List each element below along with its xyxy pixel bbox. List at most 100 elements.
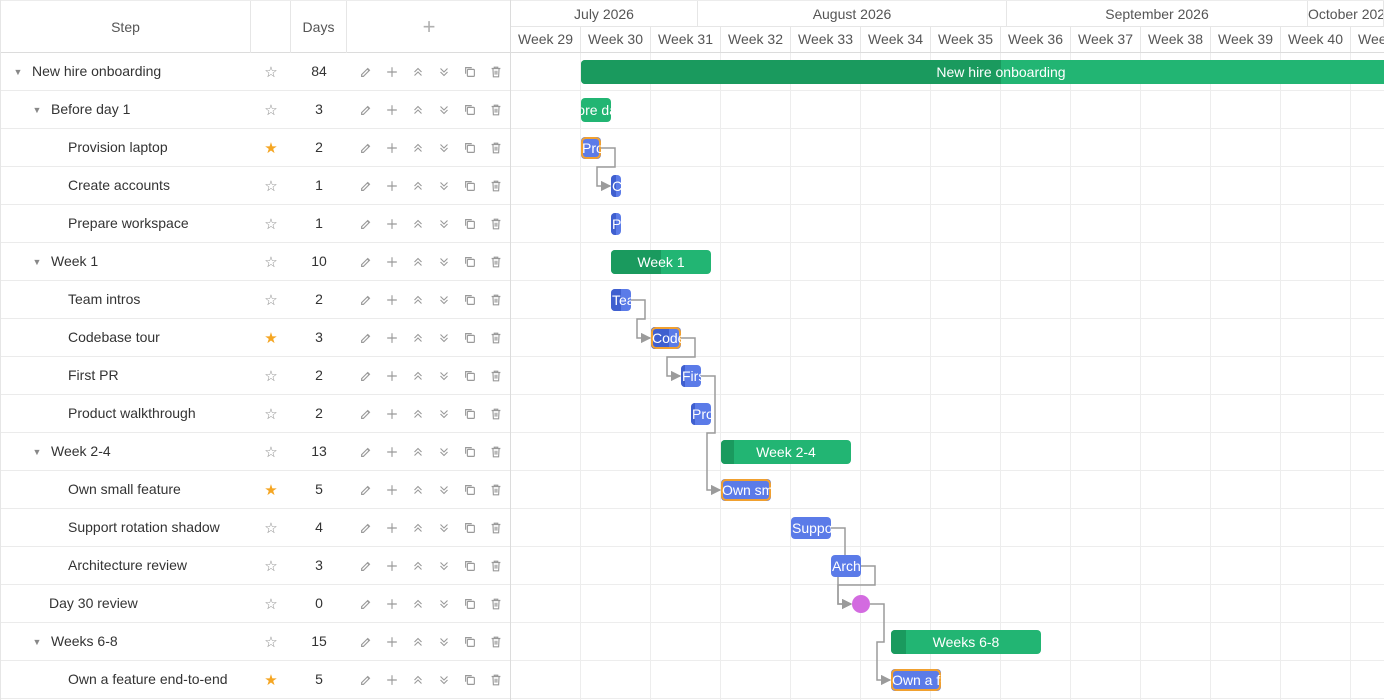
delete-button[interactable] bbox=[483, 53, 509, 90]
dependency-link[interactable] bbox=[870, 603, 892, 686]
collapse-toggle-icon[interactable]: ▼ bbox=[30, 243, 44, 280]
task-row[interactable]: Create accounts ☆ 1 bbox=[1, 167, 510, 205]
edit-button[interactable] bbox=[353, 433, 379, 470]
duplicate-button[interactable] bbox=[457, 547, 483, 584]
task-row[interactable]: Prepare workspace ☆ 1 bbox=[1, 205, 510, 243]
move-up-button[interactable] bbox=[405, 53, 431, 90]
move-up-button[interactable] bbox=[405, 129, 431, 166]
move-up-button[interactable] bbox=[405, 585, 431, 622]
add-child-button[interactable] bbox=[379, 91, 405, 128]
add-task-button[interactable]: + bbox=[347, 1, 510, 53]
add-child-button[interactable] bbox=[379, 243, 405, 280]
move-up-button[interactable] bbox=[405, 319, 431, 356]
task-bar[interactable]: Product walkthrough bbox=[691, 403, 820, 425]
move-up-button[interactable] bbox=[405, 395, 431, 432]
add-child-button[interactable] bbox=[379, 471, 405, 508]
duplicate-button[interactable] bbox=[457, 243, 483, 280]
delete-button[interactable] bbox=[483, 205, 509, 242]
summary-bar[interactable]: Week 1 bbox=[611, 250, 711, 274]
edit-button[interactable] bbox=[353, 53, 379, 90]
delete-button[interactable] bbox=[483, 319, 509, 356]
add-child-button[interactable] bbox=[379, 319, 405, 356]
delete-button[interactable] bbox=[483, 547, 509, 584]
duplicate-button[interactable] bbox=[457, 205, 483, 242]
star-outline-icon[interactable]: ☆ bbox=[251, 91, 291, 128]
delete-button[interactable] bbox=[483, 357, 509, 394]
star-filled-icon[interactable]: ★ bbox=[251, 471, 291, 508]
add-child-button[interactable] bbox=[379, 129, 405, 166]
milestone-marker[interactable] bbox=[852, 595, 870, 613]
task-row[interactable]: Own small feature ★ 5 bbox=[1, 471, 510, 509]
delete-button[interactable] bbox=[483, 585, 509, 622]
task-bar[interactable]: Create accounts bbox=[611, 175, 714, 197]
delete-button[interactable] bbox=[483, 129, 509, 166]
move-down-button[interactable] bbox=[431, 129, 457, 166]
move-down-button[interactable] bbox=[431, 395, 457, 432]
move-down-button[interactable] bbox=[431, 585, 457, 622]
star-outline-icon[interactable]: ☆ bbox=[251, 433, 291, 470]
collapse-toggle-icon[interactable]: ▼ bbox=[30, 433, 44, 470]
duplicate-button[interactable] bbox=[457, 91, 483, 128]
duplicate-button[interactable] bbox=[457, 585, 483, 622]
star-filled-icon[interactable]: ★ bbox=[251, 319, 291, 356]
duplicate-button[interactable] bbox=[457, 509, 483, 546]
move-up-button[interactable] bbox=[405, 509, 431, 546]
duplicate-button[interactable] bbox=[457, 395, 483, 432]
duplicate-button[interactable] bbox=[457, 319, 483, 356]
task-row[interactable]: Team intros ☆ 2 bbox=[1, 281, 510, 319]
star-filled-icon[interactable]: ★ bbox=[251, 661, 291, 698]
task-row[interactable]: Codebase tour ★ 3 bbox=[1, 319, 510, 357]
task-row[interactable]: Support rotation shadow ☆ 4 bbox=[1, 509, 510, 547]
move-down-button[interactable] bbox=[431, 471, 457, 508]
delete-button[interactable] bbox=[483, 433, 509, 470]
collapse-toggle-icon[interactable]: ▼ bbox=[11, 53, 25, 90]
task-bar[interactable]: Support rotation shadow bbox=[791, 517, 945, 539]
delete-button[interactable] bbox=[483, 167, 509, 204]
move-up-button[interactable] bbox=[405, 661, 431, 698]
add-child-button[interactable] bbox=[379, 623, 405, 660]
duplicate-button[interactable] bbox=[457, 661, 483, 698]
task-bar[interactable]: Prepare workspace bbox=[611, 213, 733, 235]
column-header-step[interactable]: Step bbox=[1, 1, 251, 53]
star-outline-icon[interactable]: ☆ bbox=[251, 623, 291, 660]
move-down-button[interactable] bbox=[431, 167, 457, 204]
duplicate-button[interactable] bbox=[457, 53, 483, 90]
add-child-button[interactable] bbox=[379, 395, 405, 432]
star-outline-icon[interactable]: ☆ bbox=[251, 167, 291, 204]
add-child-button[interactable] bbox=[379, 357, 405, 394]
summary-bar[interactable]: Week 2-4 bbox=[721, 440, 851, 464]
delete-button[interactable] bbox=[483, 91, 509, 128]
edit-button[interactable] bbox=[353, 319, 379, 356]
move-down-button[interactable] bbox=[431, 243, 457, 280]
move-down-button[interactable] bbox=[431, 205, 457, 242]
task-row[interactable]: ▼ Before day 1 ☆ 3 bbox=[1, 91, 510, 129]
star-outline-icon[interactable]: ☆ bbox=[251, 205, 291, 242]
add-child-button[interactable] bbox=[379, 661, 405, 698]
edit-button[interactable] bbox=[353, 205, 379, 242]
move-down-button[interactable] bbox=[431, 53, 457, 90]
delete-button[interactable] bbox=[483, 471, 509, 508]
edit-button[interactable] bbox=[353, 661, 379, 698]
edit-button[interactable] bbox=[353, 471, 379, 508]
summary-bar[interactable]: Weeks 6-8 bbox=[891, 630, 1041, 654]
add-child-button[interactable] bbox=[379, 53, 405, 90]
task-bar[interactable]: Team intros bbox=[611, 289, 684, 311]
move-up-button[interactable] bbox=[405, 433, 431, 470]
task-row[interactable]: ▼ Week 1 ☆ 10 bbox=[1, 243, 510, 281]
delete-button[interactable] bbox=[483, 623, 509, 660]
move-up-button[interactable] bbox=[405, 167, 431, 204]
edit-button[interactable] bbox=[353, 509, 379, 546]
move-up-button[interactable] bbox=[405, 547, 431, 584]
star-outline-icon[interactable]: ☆ bbox=[251, 357, 291, 394]
move-down-button[interactable] bbox=[431, 319, 457, 356]
duplicate-button[interactable] bbox=[457, 433, 483, 470]
task-bar[interactable]: Own small feature bbox=[721, 479, 835, 501]
task-row[interactable]: Day 30 review ☆ 0 bbox=[1, 585, 510, 623]
duplicate-button[interactable] bbox=[457, 129, 483, 166]
add-child-button[interactable] bbox=[379, 167, 405, 204]
move-up-button[interactable] bbox=[405, 357, 431, 394]
add-child-button[interactable] bbox=[379, 433, 405, 470]
move-down-button[interactable] bbox=[431, 661, 457, 698]
edit-button[interactable] bbox=[353, 585, 379, 622]
edit-button[interactable] bbox=[353, 129, 379, 166]
